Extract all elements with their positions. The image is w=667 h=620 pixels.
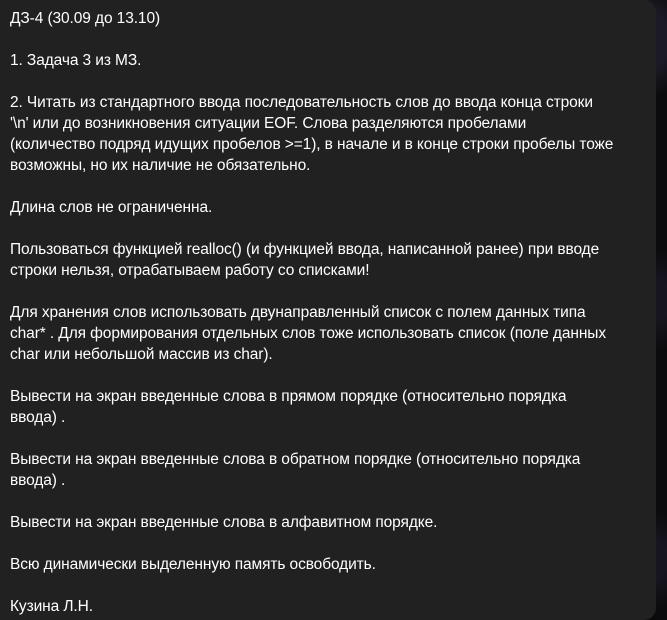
message-paragraph-2-line-3: (количество подряд идущих пробелов >=1),… [10, 136, 614, 153]
message-paragraph-6-line-1: Вывести на экран введенные слова в прямо… [10, 388, 567, 405]
message-paragraph-5-line-3: char или небольшой массив из char). [10, 346, 273, 363]
message-paragraph-5-line-2: char* . Для формирования отдельных слов … [10, 325, 606, 342]
message-paragraph-2-line-4: возможны, но их наличие не обязательно. [10, 157, 311, 174]
message-paragraph-2-line-1: 2. Читать из стандартного ввода последов… [10, 94, 593, 111]
message-paragraph-2-line-2: '\n' или до возникновения ситуации EOF. … [10, 115, 527, 132]
message-signature: Кузина Л.Н. [10, 598, 93, 615]
message-bubble[interactable]: ДЗ-4 (30.09 до 13.10) 1. Задача 3 из МЗ.… [0, 0, 656, 620]
message-paragraph-3: Длина слов не ограниченна. [10, 199, 213, 216]
message-paragraph-7-line-2: ввода) . [10, 472, 66, 489]
message-paragraph-9: Всю динамически выделенную память освобо… [10, 556, 376, 573]
message-paragraph-8: Вывести на экран введенные слова в алфав… [10, 514, 438, 531]
message-paragraph-6-line-2: ввода) . [10, 409, 66, 426]
message-title: ДЗ-4 (30.09 до 13.10) [10, 10, 161, 27]
message-paragraph-7-line-1: Вывести на экран введенные слова в обрат… [10, 451, 581, 468]
message-paragraph-4-line-1: Пользоваться функцией realloc() (и функц… [10, 241, 600, 258]
message-paragraph-1: 1. Задача 3 из МЗ. [10, 52, 142, 69]
message-paragraph-5-line-1: Для хранения слов использовать двунаправ… [10, 304, 586, 321]
message-paragraph-4-line-2: строки нельзя, отрабатываем работу со сп… [10, 262, 370, 279]
